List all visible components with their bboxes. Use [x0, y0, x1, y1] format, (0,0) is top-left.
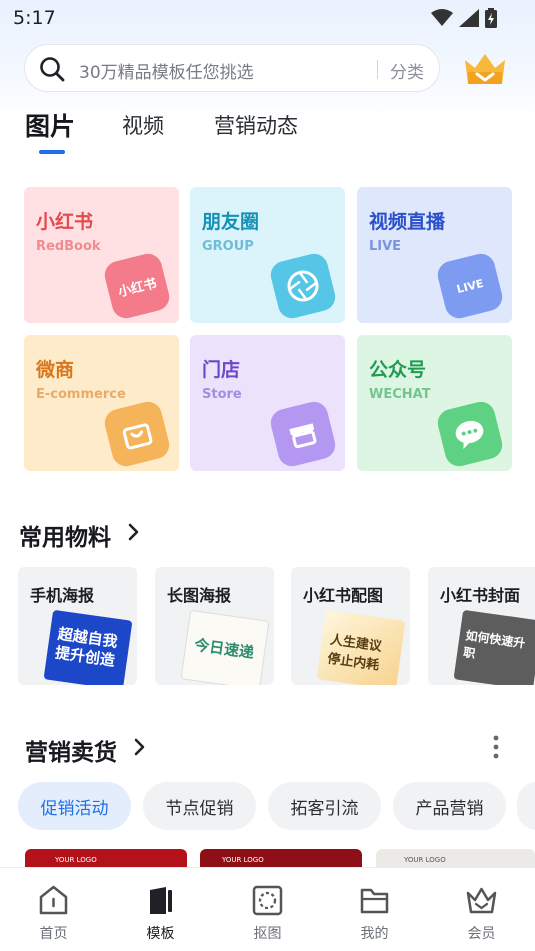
category-card-redbook[interactable]: 小红书 RedBook 小红书 [24, 187, 179, 323]
material-label: 小红书配图 [303, 586, 384, 605]
preview-logo-text: YOUR LOGO [55, 856, 97, 864]
cutout-icon [251, 884, 284, 917]
nav-mine[interactable]: 我的 [321, 868, 428, 951]
template-book-icon [144, 884, 177, 917]
signal-icon [459, 9, 479, 31]
material-thumbnail: 人生建议 停止内耗 [316, 609, 406, 685]
store-icon [267, 398, 339, 470]
material-thumbnail: 超越自我 提升创造 [43, 609, 133, 685]
chevron-right-icon[interactable] [128, 523, 140, 545]
status-time: 5:17 [13, 7, 56, 29]
category-card-group[interactable]: 朋友圈 GROUP [190, 187, 345, 323]
category-card-wechat[interactable]: 公众号 WECHAT [357, 335, 512, 471]
search-icon [39, 56, 65, 86]
category-english: RedBook [36, 239, 101, 254]
material-card-phone-poster[interactable]: 手机海报 超越自我 提升创造 [18, 567, 137, 685]
category-card-ecommerce[interactable]: 微商 E-commerce [24, 335, 179, 471]
nav-vip[interactable]: 会员 [428, 868, 535, 951]
nav-label: 抠图 [253, 926, 282, 942]
search-bar[interactable]: 30万精品模板任您挑选 分类 [24, 44, 440, 92]
category-name: 微商 [36, 359, 75, 381]
template-preview[interactable]: YOUR LOGO [376, 849, 535, 869]
material-thumbnail: 今日速递 [180, 609, 270, 685]
pill-more[interactable] [517, 782, 535, 830]
home-icon [37, 884, 70, 917]
redbook-icon: 小红书 [101, 250, 173, 322]
search-divider [377, 60, 378, 79]
preview-logo-text: YOUR LOGO [404, 856, 446, 864]
category-english: LIVE [369, 239, 402, 254]
category-button[interactable]: 分类 [390, 58, 424, 83]
material-card-redbook-cover[interactable]: 小红书封面 如何快速升职 [428, 567, 535, 685]
folder-icon [358, 884, 391, 917]
pill-holiday-promotion[interactable]: 节点促销 [143, 782, 256, 830]
chevron-right-icon[interactable] [134, 738, 146, 760]
content-tabs: 图片 视频 营销动态 [0, 104, 535, 154]
search-placeholder[interactable]: 30万精品模板任您挑选 [79, 58, 254, 83]
category-card-store[interactable]: 门店 Store [190, 335, 345, 471]
pill-customer-acquisition[interactable]: 拓客引流 [268, 782, 381, 830]
category-name: 门店 [202, 359, 241, 381]
category-name: 小红书 [36, 211, 94, 233]
nav-label: 我的 [360, 926, 389, 942]
category-english: WECHAT [369, 387, 431, 402]
category-name: 公众号 [369, 359, 427, 381]
tab-videos[interactable]: 视频 [122, 110, 164, 140]
material-label: 长图海报 [167, 586, 232, 605]
vip-crown-icon[interactable] [462, 50, 508, 94]
tab-images[interactable]: 图片 [25, 107, 75, 143]
category-english: GROUP [202, 239, 254, 254]
crown-icon [465, 884, 498, 917]
nav-home[interactable]: 首页 [0, 868, 107, 951]
wechat-icon [434, 398, 506, 470]
shopping-bag-icon [101, 398, 173, 470]
material-card-long-poster[interactable]: 长图海报 今日速递 [155, 567, 274, 685]
battery-icon [485, 8, 497, 32]
category-name: 朋友圈 [202, 211, 260, 233]
marketing-title[interactable]: 营销卖货 [25, 733, 117, 767]
nav-templates[interactable]: 模板 [107, 868, 214, 951]
bottom-nav: 首页 模板 抠图 我的 会员 [0, 867, 535, 951]
template-preview[interactable]: YOUR LOGO [200, 849, 362, 869]
pill-promotion[interactable]: 促销活动 [18, 782, 131, 830]
category-card-live[interactable]: 视频直播 LIVE LIVE [357, 187, 512, 323]
preview-logo-text: YOUR LOGO [222, 856, 264, 864]
material-card-redbook-image[interactable]: 小红书配图 人生建议 停止内耗 [291, 567, 410, 685]
category-english: E-commerce [36, 387, 126, 402]
pill-product-marketing[interactable]: 产品营销 [393, 782, 506, 830]
template-preview[interactable]: YOUR LOGO [25, 849, 187, 869]
active-tab-indicator [39, 150, 65, 154]
material-label: 小红书封面 [440, 586, 521, 605]
nav-label: 会员 [467, 926, 496, 942]
live-camera-icon: LIVE [434, 250, 506, 322]
wifi-icon [431, 9, 453, 31]
nav-cutout[interactable]: 抠图 [214, 868, 321, 951]
nav-label: 首页 [39, 926, 68, 942]
tab-marketing-feed[interactable]: 营销动态 [214, 110, 298, 140]
material-thumbnail: 如何快速升职 [453, 609, 535, 685]
materials-title[interactable]: 常用物料 [19, 518, 111, 552]
category-name: 视频直播 [369, 211, 446, 233]
material-label: 手机海报 [30, 586, 95, 605]
category-english: Store [202, 387, 242, 402]
more-options-icon[interactable] [489, 734, 503, 764]
nav-label: 模板 [146, 926, 175, 942]
aperture-icon [267, 250, 339, 322]
status-bar: 5:17 [0, 0, 535, 36]
